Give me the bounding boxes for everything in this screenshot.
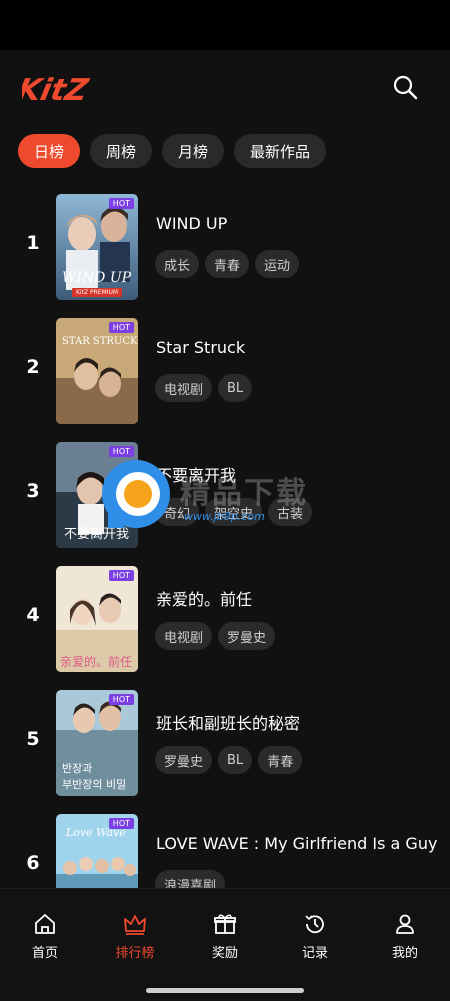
genre-tag[interactable]: 电视剧: [155, 622, 213, 650]
genre-tag[interactable]: 青春: [258, 746, 303, 774]
nav-rewards[interactable]: 奖励: [190, 911, 260, 961]
rank-number: 4: [26, 604, 40, 626]
home-indicator: [146, 988, 304, 993]
hot-badge: HOT: [108, 322, 134, 333]
nav-history-label: 记录: [301, 946, 328, 961]
ranking-list: 1 WIND UP KitZ PREMIUM HOT WIND UP 成长 青春…: [0, 192, 450, 888]
genre-tag[interactable]: 青春: [205, 250, 250, 278]
gift-icon: [214, 914, 236, 934]
cover-image[interactable]: Love Wave HOT: [56, 814, 138, 888]
nav-profile[interactable]: 我的: [370, 911, 440, 961]
drama-title[interactable]: WIND UP: [156, 214, 227, 233]
crown-icon: [124, 915, 146, 935]
hot-badge: HOT: [108, 570, 134, 581]
rank-number: 5: [26, 728, 40, 750]
rank-number: 2: [26, 356, 40, 378]
tag-list: 电视剧 BL: [155, 374, 253, 402]
genre-tag[interactable]: 罗曼史: [218, 622, 276, 650]
genre-tag[interactable]: BL: [218, 746, 253, 774]
nav-home[interactable]: 首页: [10, 911, 80, 961]
nav-rewards-label: 奖励: [211, 946, 238, 961]
svg-text:부반장의 비밀: 부반장의 비밀: [62, 778, 126, 791]
cover-image[interactable]: 반장과 부반장의 비밀 HOT: [56, 690, 138, 796]
premium-badge: KitZ PREMIUM: [72, 288, 123, 297]
rank-number: 6: [26, 852, 40, 874]
tag-list: 浪漫喜剧: [155, 870, 226, 888]
genre-tag[interactable]: BL: [218, 374, 253, 402]
status-bar: [0, 0, 450, 50]
tab-latest[interactable]: 最新作品: [234, 134, 327, 168]
tab-monthly[interactable]: 月榜: [162, 134, 225, 168]
list-item[interactable]: 6 Love Wave HOT LOVE WAVE : My Girlfrien…: [0, 812, 450, 888]
app-logo[interactable]: KitZ: [14, 70, 102, 108]
drama-title[interactable]: LOVE WAVE : My Girlfriend Is a Guy: [156, 834, 437, 853]
watermark-text: 精品下载: [180, 476, 308, 511]
list-item[interactable]: 2 STAR STRUCK HOT Star Struck 电视剧 BL: [0, 316, 450, 426]
svg-text:KitZ: KitZ: [22, 73, 92, 106]
cover-image[interactable]: WIND UP KitZ PREMIUM HOT: [56, 194, 138, 300]
list-item[interactable]: 1 WIND UP KitZ PREMIUM HOT WIND UP 成长 青春…: [0, 192, 450, 302]
list-item[interactable]: 5 반장과 부반장의 비밀 HOT 班长和副班长的秘密 罗曼史 BL 青春: [0, 688, 450, 798]
list-item[interactable]: 4 亲爱的。前任 HOT 亲爱的。前任 电视剧 罗曼史: [0, 564, 450, 674]
hot-badge: HOT: [108, 818, 134, 829]
header: KitZ: [0, 50, 450, 128]
watermark-url: www.jb9p.com: [184, 510, 265, 523]
user-icon: [396, 914, 414, 934]
drama-title[interactable]: 班长和副班长的秘密: [156, 710, 300, 734]
drama-title[interactable]: 亲爱的。前任: [156, 586, 252, 610]
rank-number: 1: [26, 232, 40, 254]
cover-title: WIND UP: [62, 270, 132, 286]
cover-image[interactable]: STAR STRUCK HOT: [56, 318, 138, 424]
search-button[interactable]: [388, 70, 422, 104]
tag-list: 罗曼史 BL 青春: [155, 746, 303, 774]
tag-list: 电视剧 罗曼史: [155, 622, 276, 650]
hot-badge: HOT: [108, 694, 134, 705]
genre-tag[interactable]: 运动: [255, 250, 300, 278]
genre-tag[interactable]: 罗曼史: [155, 746, 213, 774]
tag-list: 成长 青春 运动: [155, 250, 300, 278]
hot-badge: HOT: [108, 446, 134, 457]
genre-tag[interactable]: 电视剧: [155, 374, 213, 402]
rank-number: 3: [26, 480, 40, 502]
nav-ranking-label: 排行榜: [115, 946, 155, 961]
svg-text:亲爱的。前任: 亲爱的。前任: [60, 654, 132, 669]
watermark: 精品下载 www.jb9p.com: [98, 458, 358, 534]
nav-profile-label: 我的: [391, 946, 418, 961]
nav-history[interactable]: 记录: [280, 911, 350, 961]
svg-text:STAR STRUCK: STAR STRUCK: [62, 336, 138, 347]
cover-image[interactable]: 亲爱的。前任 HOT: [56, 566, 138, 672]
drama-title[interactable]: Star Struck: [156, 338, 245, 357]
tab-weekly[interactable]: 周榜: [90, 134, 153, 168]
nav-ranking[interactable]: 排行榜: [100, 911, 170, 961]
watermark-logo-icon: [102, 460, 170, 528]
search-icon: [393, 75, 418, 100]
nav-home-label: 首页: [31, 946, 58, 961]
genre-tag[interactable]: 浪漫喜剧: [155, 870, 226, 888]
bottom-nav: 首页 排行榜 奖励 记录 我的: [0, 888, 450, 1001]
ranking-tabs: 日榜 周榜 月榜 最新作品: [18, 134, 327, 170]
tab-daily[interactable]: 日榜: [18, 134, 81, 168]
history-icon: [305, 915, 324, 934]
genre-tag[interactable]: 成长: [155, 250, 200, 278]
svg-text:반장과: 반장과: [62, 762, 92, 775]
home-icon: [35, 914, 55, 934]
hot-badge: HOT: [108, 198, 134, 209]
